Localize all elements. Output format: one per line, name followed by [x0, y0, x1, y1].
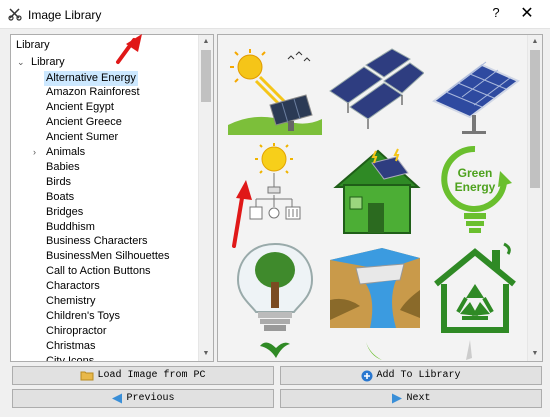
- tree-item-label: City Icons: [46, 354, 95, 361]
- library-tree: Library ⌄ Library Alternative Energy Amaz…: [11, 35, 199, 361]
- wind-image-partial[interactable]: [326, 338, 424, 361]
- tree-item-label: Charactors: [46, 280, 100, 293]
- tree-item[interactable]: Birds: [11, 175, 199, 190]
- image-grid: Green Energy: [218, 35, 528, 361]
- close-button[interactable]: ✕: [518, 5, 536, 23]
- tree-item-label: Ancient Greece: [46, 116, 122, 129]
- tree-item[interactable]: Business Characters: [11, 234, 199, 249]
- folder-icon: [80, 371, 94, 381]
- tree-item[interactable]: BusinessMen Silhouettes: [11, 249, 199, 264]
- tree-item[interactable]: Bridges: [11, 205, 199, 220]
- tree-item-label: Boats: [46, 190, 75, 203]
- tree-item-label: Christmas: [46, 339, 96, 352]
- library-tree-panel: Library ⌄ Library Alternative Energy Amaz…: [10, 34, 214, 362]
- tree-item-label: Chemistry: [46, 295, 96, 307]
- tree-item[interactable]: Alternative Energy: [11, 70, 199, 86]
- tree-item-label: Chiropractor: [46, 324, 107, 337]
- next-button[interactable]: Next: [280, 389, 542, 408]
- hydro-dam-image[interactable]: [326, 240, 424, 338]
- tree-item-label: Children's Toys: [46, 309, 121, 322]
- load-image-button[interactable]: Load Image from PC: [12, 366, 274, 385]
- tree-item[interactable]: Children's Toys: [11, 309, 199, 324]
- tree-item-label: Ancient Egypt: [46, 101, 114, 114]
- solar-panel-stand-image[interactable]: [426, 45, 524, 143]
- recycle-house-image[interactable]: [426, 240, 524, 338]
- scroll-up-icon[interactable]: ▲: [528, 35, 542, 49]
- tree-item[interactable]: Ancient Egypt: [11, 100, 199, 115]
- solar-array-image[interactable]: [326, 45, 424, 143]
- tree-item[interactable]: › Animals: [11, 145, 199, 160]
- tree-item-label: Bridges: [46, 205, 84, 218]
- tree-item[interactable]: Chiropractor: [11, 324, 199, 339]
- tree-item[interactable]: Charactors: [11, 279, 199, 294]
- tree-item-label: BusinessMen Silhouettes: [46, 250, 170, 263]
- scroll-up-icon[interactable]: ▲: [199, 35, 213, 49]
- scroll-thumb[interactable]: [530, 50, 540, 188]
- tree-item-label: Call to Action Buttons: [46, 265, 151, 278]
- add-to-library-button[interactable]: Add To Library: [280, 366, 542, 385]
- chevron-right-icon[interactable]: ›: [33, 145, 36, 160]
- annotation-arrow-icon: [232, 180, 252, 248]
- tree-item[interactable]: Amazon Rainforest: [11, 85, 199, 100]
- tree-item-label: Alternative Energy: [44, 70, 138, 86]
- turbine-image-partial[interactable]: [426, 338, 524, 361]
- tree-item[interactable]: Call to Action Buttons: [11, 264, 199, 279]
- window-title: Image Library: [28, 8, 102, 22]
- tree-scrollbar[interactable]: ▲ ▼: [198, 35, 213, 361]
- previous-button[interactable]: Previous: [12, 389, 274, 408]
- title-bar: Image Library ? ✕: [0, 0, 550, 29]
- tree-item[interactable]: Ancient Sumer: [11, 130, 199, 145]
- tree-item[interactable]: Boats: [11, 190, 199, 205]
- scroll-down-icon[interactable]: ▼: [199, 347, 213, 361]
- chevron-down-icon[interactable]: ⌄: [17, 55, 25, 70]
- green-energy-bulb-image[interactable]: Green Energy: [426, 143, 524, 241]
- add-circle-icon: [361, 370, 373, 381]
- tree-item[interactable]: Ancient Greece: [11, 115, 199, 130]
- tree-item-label: Babies: [46, 160, 80, 173]
- tree-item[interactable]: Buddhism: [11, 220, 199, 235]
- tree-item[interactable]: Christmas: [11, 339, 199, 354]
- tree-header: Library: [16, 39, 50, 51]
- green-energy-line2: Energy: [455, 180, 496, 194]
- arrow-left-icon: [112, 393, 123, 404]
- annotation-arrow-icon: [116, 34, 142, 64]
- tree-item-label: Ancient Sumer: [46, 131, 119, 144]
- tree-item-label: Business Characters: [46, 235, 148, 248]
- tree-item-label: Animals: [46, 146, 86, 158]
- plant-image-partial[interactable]: [226, 338, 324, 361]
- tree-item-label: Buddhism: [46, 220, 95, 233]
- solar-sun-panel-image[interactable]: [226, 45, 324, 143]
- tree-item[interactable]: Babies: [11, 160, 199, 175]
- tree-item[interactable]: City Icons: [11, 354, 199, 361]
- image-grid-panel: Green Energy ▲ ▼: [217, 34, 543, 362]
- tree-in-bulb-image[interactable]: [226, 240, 324, 338]
- green-solar-house-image[interactable]: [326, 143, 424, 241]
- tree-item-label: Amazon Rainforest: [46, 86, 140, 99]
- grid-scrollbar[interactable]: ▲ ▼: [527, 35, 542, 361]
- tree-item[interactable]: Chemistry: [11, 294, 199, 309]
- green-energy-line1: Green: [458, 166, 493, 180]
- tree-root-library[interactable]: ⌄ Library: [11, 55, 199, 70]
- scissors-icon: [8, 8, 22, 21]
- scroll-down-icon[interactable]: ▼: [528, 347, 542, 361]
- help-button[interactable]: ?: [488, 5, 504, 23]
- scroll-thumb[interactable]: [201, 50, 211, 102]
- arrow-right-icon: [392, 393, 403, 404]
- tree-item-label: Birds: [46, 175, 72, 188]
